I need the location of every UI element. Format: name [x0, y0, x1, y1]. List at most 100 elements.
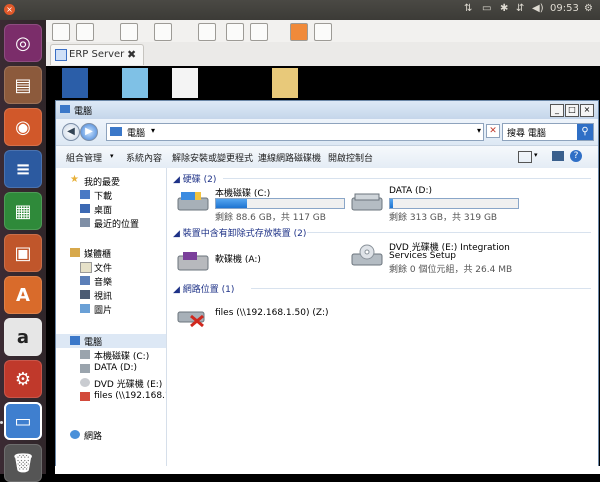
close-button[interactable]: × — [580, 104, 594, 117]
drive-a[interactable]: 軟碟機 (A:) — [177, 246, 347, 276]
files-icon[interactable]: ▤ — [4, 66, 42, 104]
nav-drive-e[interactable]: DVD 光碟機 (E:) Inte — [56, 376, 166, 390]
preview-pane-icon[interactable] — [552, 151, 564, 161]
network-icon — [70, 430, 80, 439]
search-input[interactable]: 搜尋 電腦 ⚲ — [502, 123, 594, 141]
clock[interactable]: 09:53 — [550, 3, 579, 14]
nav-libraries[interactable]: 媒體櫃 — [56, 246, 166, 260]
nav-label: 下載 — [94, 192, 113, 202]
nav-label: 音樂 — [94, 278, 113, 288]
forward-button[interactable]: ▶ — [80, 123, 98, 141]
close-window-icon[interactable]: × — [4, 4, 15, 15]
desktop-app-icon[interactable] — [62, 68, 88, 98]
monitor-icon — [55, 49, 67, 61]
nav-label: 媒體櫃 — [84, 250, 112, 260]
address-field[interactable]: 電腦 ▾ ▾ — [106, 123, 484, 141]
group-header-network[interactable]: ◢ 網路位置 (1) — [173, 282, 234, 295]
nav-computer[interactable]: 電腦 — [56, 334, 166, 348]
video-icon — [80, 290, 90, 299]
refresh-icon[interactable]: ✕ — [486, 124, 500, 138]
software-center-icon[interactable]: A — [4, 276, 42, 314]
chevron-down-icon[interactable]: ▾ — [151, 126, 155, 135]
collapse-icon[interactable]: ◢ — [173, 229, 183, 239]
nav-drive-c[interactable]: 本機磁碟 (C:) — [56, 348, 166, 362]
usb-icon[interactable] — [314, 23, 332, 41]
tab-bar: ERP Server ✖ — [46, 42, 600, 67]
nav-documents[interactable]: 文件 — [56, 260, 166, 274]
nav-drive-z[interactable]: files (\\192.168.1.5( — [56, 390, 166, 404]
address-bar-row: ◀ ▶ 電腦 ▾ ▾ ✕ 搜尋 電腦 ⚲ — [56, 119, 598, 145]
chevron-down-icon[interactable]: ▾ — [110, 152, 114, 160]
library-icon — [70, 248, 80, 257]
tab-close-icon[interactable]: ✖ — [127, 48, 136, 61]
impress-icon[interactable]: ▣ — [4, 234, 42, 272]
keyboard-icon[interactable]: ▭ — [482, 3, 491, 14]
nav-recent[interactable]: 最近的位置 — [56, 216, 166, 230]
remote-viewer-icon[interactable]: ▭ — [4, 402, 42, 440]
drive-d[interactable]: DATA (D:) 剩餘 313 GB，共 319 GB — [351, 186, 521, 223]
network-transfer-icon[interactable]: ⇅ — [464, 3, 472, 14]
fullscreen-icon[interactable] — [52, 23, 70, 41]
collapse-icon[interactable]: ◢ — [173, 175, 183, 185]
minimize-button[interactable]: _ — [550, 104, 564, 117]
volume-icon[interactable]: ◀) — [532, 3, 544, 14]
nav-label: 我的最愛 — [84, 178, 121, 188]
drive-name: DATA (D:) — [389, 186, 433, 196]
cmd-map-network-drive[interactable]: 連線網路磁碟機 — [258, 151, 321, 164]
group-header-removable[interactable]: ◢ 裝置中含有卸除式存放裝置 (2) — [173, 226, 306, 239]
wifi-icon[interactable]: ⇵ — [516, 3, 524, 14]
cmd-organize[interactable]: 組合管理 — [66, 151, 102, 164]
ubuntu-dash-icon[interactable]: ◎ — [4, 24, 42, 62]
nav-label: 本機磁碟 (C:) — [94, 352, 150, 362]
help-icon[interactable]: ? — [570, 150, 582, 162]
maximize-button[interactable]: □ — [565, 104, 579, 117]
chevron-down-icon[interactable]: ▾ — [534, 151, 538, 159]
nav-videos[interactable]: 視訊 — [56, 288, 166, 302]
view-options-icon[interactable] — [518, 151, 532, 163]
floppy-drive-icon — [177, 252, 209, 271]
amazon-icon[interactable]: a — [4, 318, 42, 356]
firefox-icon[interactable]: ◉ — [4, 108, 42, 146]
back-button[interactable]: ◀ — [62, 123, 80, 141]
cmd-open-control-panel[interactable]: 開啟控制台 — [328, 151, 373, 164]
nav-music[interactable]: 音樂 — [56, 274, 166, 288]
nav-pictures[interactable]: 圖片 — [56, 302, 166, 316]
trash-icon[interactable]: 🗑 — [4, 444, 42, 482]
divider — [307, 232, 591, 233]
power-icon[interactable]: ⚙ — [584, 3, 593, 14]
screenshot-icon[interactable] — [120, 23, 138, 41]
drive-z[interactable]: files (\\192.168.1.50) (Z:) — [177, 302, 377, 332]
chevron-down-icon[interactable]: ▾ — [477, 126, 481, 135]
search-icon[interactable]: ⚲ — [577, 124, 593, 140]
edit-icon[interactable] — [226, 23, 244, 41]
group-header-hdd[interactable]: ◢ 硬碟 (2) — [173, 172, 216, 185]
desktop-app-icon[interactable] — [122, 68, 148, 98]
writer-icon[interactable]: ≡ — [4, 150, 42, 188]
nav-network[interactable]: 網路 — [56, 428, 166, 442]
documents-icon — [80, 262, 92, 273]
gear-icon[interactable] — [250, 23, 268, 41]
drive-e[interactable]: DVD 光碟機 (E:) Integration Services Setup … — [351, 240, 591, 278]
active-indicator — [0, 421, 3, 424]
hard-drive-icon — [177, 192, 209, 211]
resize-icon[interactable] — [76, 23, 94, 41]
bluetooth-icon[interactable]: ✱ — [500, 3, 508, 14]
calc-icon[interactable]: ▦ — [4, 192, 42, 230]
window-icon[interactable] — [154, 23, 172, 41]
nav-downloads[interactable]: 下載 — [56, 188, 166, 202]
keyboard-icon[interactable] — [198, 23, 216, 41]
collapse-icon[interactable]: ◢ — [173, 285, 183, 295]
desktop-folder-icon[interactable] — [272, 68, 298, 98]
nav-favorites[interactable]: ★ 我的最愛 — [56, 174, 166, 188]
desktop-document-icon[interactable] — [172, 68, 198, 98]
cmd-system-properties[interactable]: 系統內容 — [126, 151, 162, 164]
nav-drive-d[interactable]: DATA (D:) — [56, 362, 166, 376]
upload-icon[interactable] — [290, 23, 308, 41]
nav-desktop[interactable]: 桌面 — [56, 202, 166, 216]
tab-erp-server[interactable]: ERP Server ✖ — [50, 44, 144, 65]
drive-c[interactable]: 本機磁碟 (C:) 剩餘 88.6 GB，共 117 GB — [177, 186, 347, 223]
breadcrumb[interactable]: 電腦 — [127, 126, 145, 139]
cmd-uninstall[interactable]: 解除安裝或變更程式 — [172, 151, 253, 164]
settings-icon[interactable]: ⚙ — [4, 360, 42, 398]
usage-bar — [215, 198, 345, 209]
